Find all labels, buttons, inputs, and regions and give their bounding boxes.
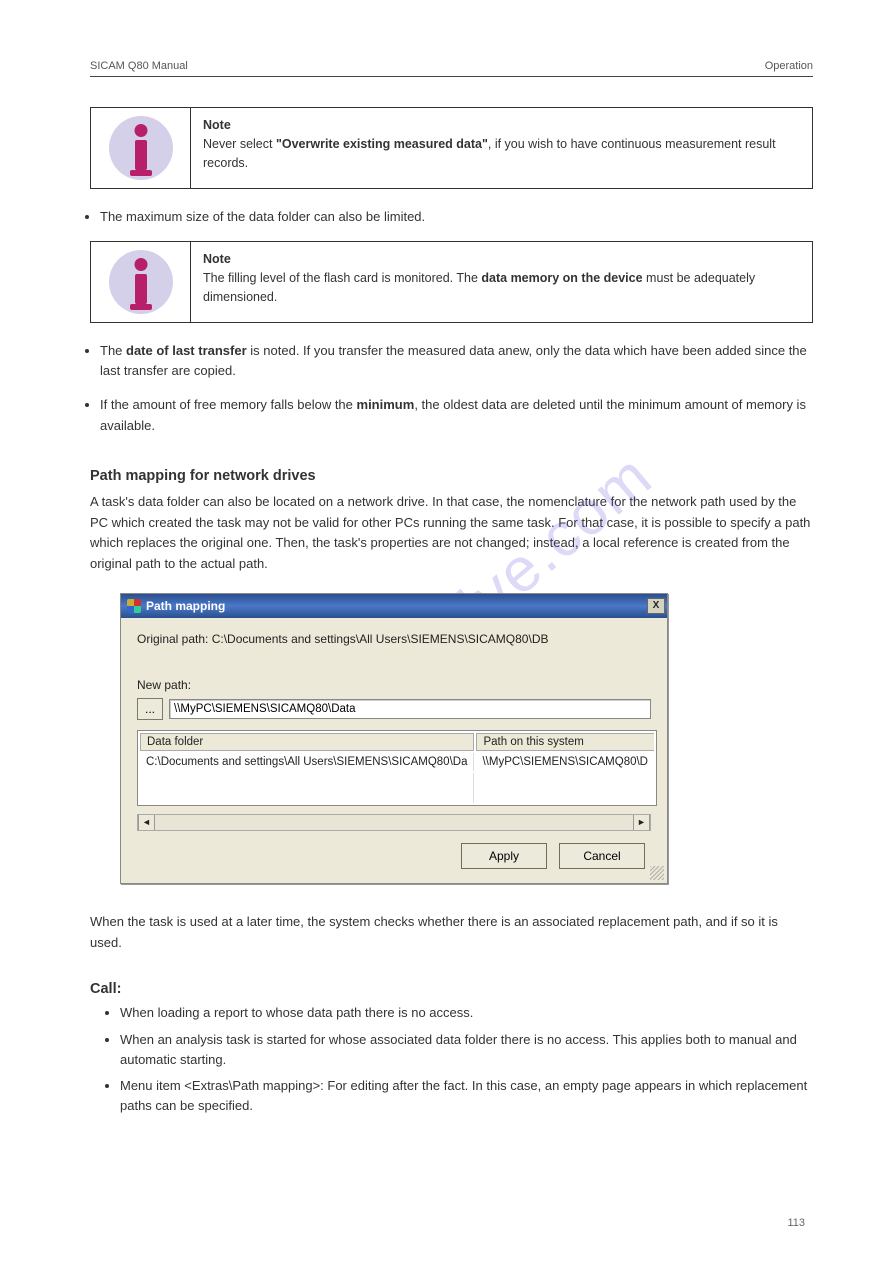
- li-pre: If the amount of free memory falls below…: [100, 397, 357, 412]
- dialog-titlebar: Path mapping X: [121, 594, 667, 618]
- apply-button[interactable]: Apply: [461, 843, 547, 869]
- dialog-title: Path mapping: [146, 599, 225, 613]
- info-icon-cell: [91, 242, 191, 322]
- scroll-left-arrow-icon[interactable]: ◄: [138, 815, 155, 830]
- cell-data-folder: C:\Documents and settings\All Users\SIEM…: [140, 753, 474, 771]
- dialog-body: Original path: C:\Documents and settings…: [121, 618, 667, 883]
- table-row-empty: [140, 773, 654, 803]
- header-divider: [90, 76, 813, 77]
- bullet-list-mid: The date of last transfer is noted. If y…: [100, 341, 813, 436]
- header-left: SICAM Q80 Manual: [90, 60, 188, 72]
- table-row[interactable]: C:\Documents and settings\All Users\SIEM…: [140, 753, 654, 771]
- col-data-folder[interactable]: Data folder: [140, 733, 474, 751]
- note2-text-a: The filling level of the flash card is m…: [203, 271, 481, 285]
- list-item: If the amount of free memory falls below…: [100, 395, 813, 435]
- info-icon-cell: [91, 108, 191, 188]
- browse-button[interactable]: ...: [137, 698, 163, 720]
- li-bold: minimum: [357, 397, 415, 412]
- bullet-list-top: The maximum size of the data folder can …: [100, 207, 813, 227]
- page-header: SICAM Q80 Manual Operation: [90, 60, 813, 72]
- note2-bold: data memory on the device: [481, 271, 642, 285]
- close-button[interactable]: X: [647, 598, 665, 614]
- original-path-label: Original path: C:\Documents and settings…: [137, 632, 651, 646]
- note-box-2: Note The filling level of the flash card…: [90, 241, 813, 323]
- list-item: The date of last transfer is noted. If y…: [100, 341, 813, 381]
- note-box-1: Note Never select "Overwrite existing me…: [90, 107, 813, 189]
- list-item: The maximum size of the data folder can …: [100, 207, 813, 227]
- path-mapping-heading: Path mapping for network drives: [90, 468, 813, 484]
- new-path-label: New path:: [137, 678, 651, 692]
- path-mapping-paragraph: A task's data folder can also be located…: [90, 492, 813, 575]
- note1-bold: "Overwrite existing measured data": [276, 137, 488, 151]
- li-bold: date of last transfer: [126, 343, 247, 358]
- list-item: When an analysis task is started for who…: [120, 1030, 813, 1070]
- table-header-row: Data folder Path on this system: [140, 733, 654, 751]
- horizontal-scrollbar[interactable]: ◄ ►: [137, 814, 651, 831]
- path-mapping-dialog: Path mapping X Original path: C:\Documen…: [120, 593, 668, 884]
- note-label: Note: [203, 252, 231, 266]
- mapping-table: Data folder Path on this system C:\Docum…: [137, 730, 657, 806]
- call-heading: Call:: [90, 981, 813, 997]
- note1-text-a: Never select: [203, 137, 276, 151]
- resize-grip-icon[interactable]: [650, 866, 664, 880]
- cancel-button[interactable]: Cancel: [559, 843, 645, 869]
- note-label: Note: [203, 118, 231, 132]
- call-bullet-list: When loading a report to whose data path…: [120, 1003, 813, 1116]
- new-path-row: ...: [137, 698, 651, 720]
- page-number: 113: [787, 1217, 805, 1229]
- col-path-system[interactable]: Path on this system: [476, 733, 654, 751]
- path-mapping-paragraph-2: When the task is used at a later time, t…: [90, 912, 813, 954]
- note-text-1: Note Never select "Overwrite existing me…: [191, 108, 812, 188]
- note-text-2: Note The filling level of the flash card…: [191, 242, 812, 322]
- app-icon: [127, 599, 141, 613]
- list-item: Menu item <Extras\Path mapping>: For edi…: [120, 1076, 813, 1116]
- new-path-input[interactable]: [169, 699, 651, 719]
- info-icon: [109, 116, 173, 180]
- scroll-right-arrow-icon[interactable]: ►: [633, 815, 650, 830]
- scroll-track[interactable]: [155, 815, 633, 830]
- dialog-button-row: Apply Cancel: [137, 843, 651, 873]
- list-item: When loading a report to whose data path…: [120, 1003, 813, 1023]
- cell-path-system: \\MyPC\SIEMENS\SICAMQ80\D: [476, 753, 654, 771]
- info-icon: [109, 250, 173, 314]
- header-right: Operation: [765, 60, 813, 72]
- li-pre: The: [100, 343, 126, 358]
